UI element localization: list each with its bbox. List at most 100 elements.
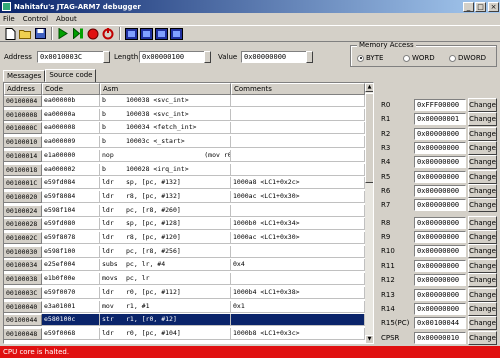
col-asm-header[interactable]: Asm	[100, 83, 231, 95]
table-row[interactable]: 00100044 e580100c str r1, [r0, #12]	[4, 314, 365, 327]
radio-byte[interactable]: BYTE	[357, 54, 383, 62]
table-row[interactable]: 0010002C e59f8078 ldr r8, [pc, #120] 1000ac …	[4, 232, 365, 244]
maximize-button[interactable]: □	[475, 1, 486, 12]
value-field[interactable]: 0x00000000	[241, 51, 307, 63]
register-change-button[interactable]: Change	[468, 155, 497, 170]
address-field[interactable]: 0x0010003C	[37, 51, 104, 63]
register-change-button[interactable]: Change	[468, 287, 497, 302]
step-icon[interactable]	[71, 27, 85, 41]
register-value-field[interactable]: 0x00000000	[414, 216, 466, 229]
register-value-field[interactable]: 0x00000000	[414, 288, 466, 301]
radio-word[interactable]: WORD	[403, 54, 435, 62]
chip-icon-1[interactable]	[124, 27, 138, 41]
col-code-header[interactable]: Code	[42, 83, 100, 95]
register-value-field[interactable]: 0x00000000	[414, 142, 466, 155]
table-row[interactable]: 0010000C ea000008 b 100034 <fetch_int>	[4, 122, 365, 135]
register-change-button[interactable]: Change	[468, 98, 497, 112]
radio-byte-dot[interactable]	[357, 54, 364, 62]
menu-file[interactable]: File	[3, 15, 15, 23]
register-change-button[interactable]: Change	[468, 126, 497, 141]
register-change-button[interactable]: Change	[468, 316, 497, 331]
address-spinner[interactable]	[103, 51, 110, 63]
table-row[interactable]: 00100014e1a00000nop (mov r0,r0	[4, 149, 365, 162]
register-row: R6 0x00000000 Change	[378, 184, 498, 199]
table-row[interactable]: 00100048 e59f0068 ldr r0, [pc, #104] 1000b8 …	[4, 327, 365, 340]
chip-icon-2[interactable]	[139, 27, 153, 41]
col-comments-header[interactable]: Comments	[231, 83, 365, 95]
table-row[interactable]: 00100038 e1b0f00e movs pc, lr	[4, 273, 365, 286]
table-row[interactable]: 00100030 e598f100 ldr pc, [r8, #256]	[4, 245, 365, 258]
register-change-button[interactable]: Change	[468, 244, 497, 259]
new-icon[interactable]	[3, 27, 17, 41]
register-value-field[interactable]: 0x00000000	[414, 185, 466, 198]
scroll-down-icon[interactable]: ▼	[365, 335, 373, 343]
register-value-field[interactable]: 0x00000010	[414, 331, 466, 344]
register-change-button[interactable]: Change	[468, 301, 497, 316]
register-value-field[interactable]: 0x00000000	[414, 156, 466, 169]
register-change-button[interactable]: Change	[468, 141, 497, 156]
table-row[interactable]: 00100040 e3a01001 mov r1, #1 0x1	[4, 300, 365, 313]
register-value-field[interactable]: 0x00100044	[414, 317, 466, 330]
register-value-field[interactable]: 0x00000000	[414, 274, 466, 287]
register-value-field[interactable]: 0x00000001	[414, 113, 466, 126]
register-row: CPSR 0x00000010 Change	[378, 330, 498, 345]
scroll-thumb[interactable]	[365, 93, 373, 183]
row-code: e1a00000	[42, 149, 100, 162]
register-value-field[interactable]: 0x00000000	[414, 259, 466, 272]
radio-word-dot[interactable]	[403, 54, 410, 62]
stop-icon[interactable]	[86, 27, 100, 41]
row-opcode: b	[100, 164, 124, 176]
register-name: CPSR	[381, 333, 400, 342]
close-button[interactable]: ×	[488, 1, 499, 12]
radio-dword[interactable]: DWORD	[449, 54, 486, 62]
save-icon[interactable]	[33, 27, 47, 41]
register-value-field[interactable]: 0x00000000	[414, 199, 466, 212]
register-change-button[interactable]: Change	[468, 330, 497, 345]
menu-about[interactable]: About	[56, 15, 77, 23]
table-row[interactable]: 0010001C e59fd084 ldr sp, [pc, #132] 1000a8 …	[4, 177, 365, 190]
length-field[interactable]: 0x00000100	[139, 51, 205, 63]
register-change-button[interactable]: Change	[468, 112, 497, 127]
register-change-button[interactable]: Change	[468, 198, 497, 213]
run-icon[interactable]	[56, 27, 70, 41]
chip-icon-3[interactable]	[154, 27, 168, 41]
minimize-button[interactable]: _	[463, 1, 474, 12]
register-change-button[interactable]: Change	[468, 184, 497, 199]
register-change-button[interactable]: Change	[468, 215, 497, 230]
table-row[interactable]: 0010003C e59f0070 ldr r0, [pc, #112] 1000b4 …	[4, 286, 365, 299]
table-row[interactable]: 00100010 ea000009 b 10003c <_start>	[4, 136, 365, 149]
tab-messages[interactable]: Messages	[3, 70, 46, 82]
register-change-button[interactable]: Change	[468, 258, 497, 273]
table-row[interactable]: 00100004 ea00000b b 100038 <svc_int>	[4, 95, 365, 107]
register-row: R8 0x00000000 Change	[378, 215, 498, 230]
row-operands: r8, [pc, #120]	[124, 232, 231, 244]
vertical-scrollbar[interactable]: ▲ ▼	[365, 83, 373, 343]
register-name: R14	[381, 304, 395, 313]
table-row[interactable]: 00100008 ea00000a b 100038 <svc_int>	[4, 108, 365, 121]
register-value-field[interactable]: 0x00000000	[414, 127, 466, 140]
radio-dword-dot[interactable]	[449, 54, 456, 62]
value-spinner[interactable]	[306, 51, 313, 63]
register-value-field[interactable]: 0x00000000	[414, 245, 466, 258]
scroll-up-icon[interactable]: ▲	[365, 83, 373, 92]
register-value-field[interactable]: 0x00000000	[414, 302, 466, 315]
col-address-header[interactable]: Address	[4, 83, 42, 95]
register-value-field[interactable]: 0x00000000	[414, 170, 466, 183]
register-value-field[interactable]: 0x00000000	[414, 231, 466, 244]
register-change-button[interactable]: Change	[468, 273, 497, 288]
row-address: 00100038	[4, 273, 42, 286]
chip-icon-4[interactable]	[169, 27, 183, 41]
register-value-field[interactable]: 0xFFF00000	[414, 99, 466, 111]
menu-control[interactable]: Control	[23, 15, 48, 23]
table-row[interactable]: 00100024 e598f104 ldr pc, [r8, #260]	[4, 204, 365, 217]
table-row[interactable]: 00100028 e59fd080 ldr sp, [pc, #128] 1000b0 …	[4, 218, 365, 231]
table-row[interactable]: 00100020 e59f8084 ldr r8, [pc, #132] 1000ac …	[4, 190, 365, 203]
reset-icon[interactable]	[101, 27, 115, 41]
tab-source-code[interactable]: Source code	[45, 69, 97, 82]
length-spinner[interactable]	[204, 51, 211, 63]
register-change-button[interactable]: Change	[468, 230, 497, 245]
table-row[interactable]: 00100034 e25ef004 subs pc, lr, #4 0x4	[4, 259, 365, 272]
table-row[interactable]: 00100018 ea000002 b 100028 <irq_int>	[4, 163, 365, 176]
register-change-button[interactable]: Change	[468, 169, 497, 184]
open-icon[interactable]	[18, 27, 32, 41]
